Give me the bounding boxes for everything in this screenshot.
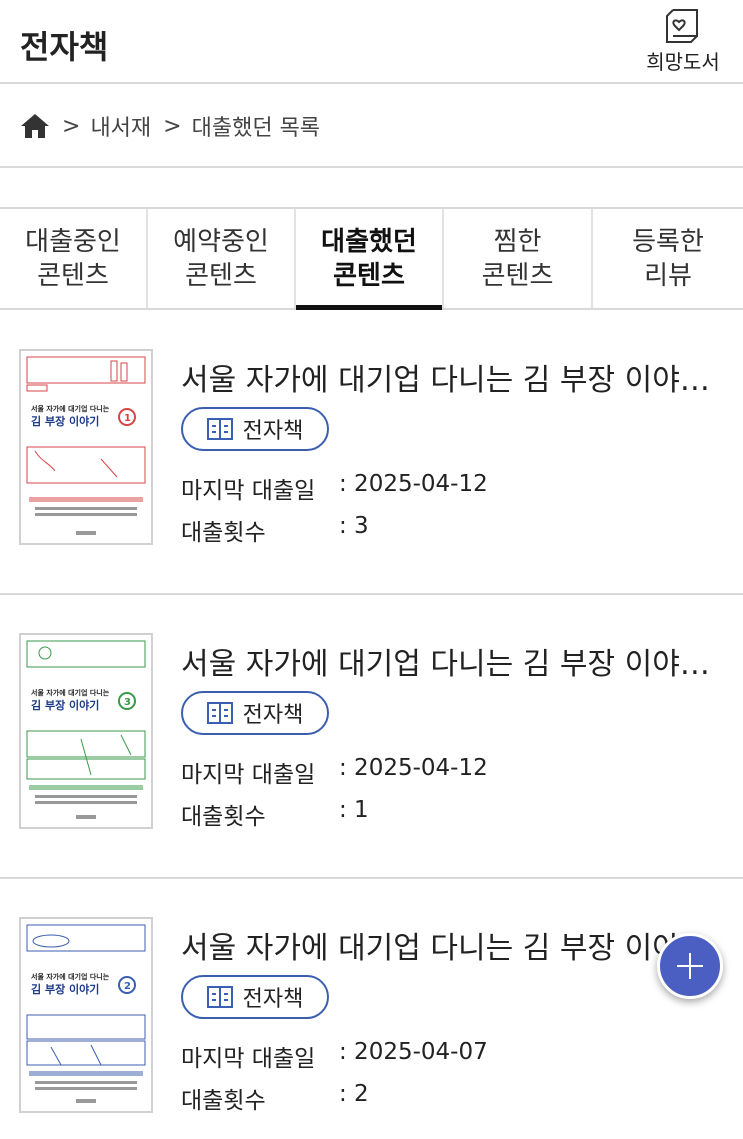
last-loan-label: 마지막 대출일 bbox=[181, 762, 316, 788]
svg-text:김 부장 이야기: 김 부장 이야기 bbox=[31, 982, 99, 996]
tab-label: 찜한 콘텐츠 bbox=[481, 226, 554, 291]
tab-label: 대출했던 콘텐츠 bbox=[321, 226, 417, 291]
breadcrumb-item-library[interactable]: 내서재 bbox=[90, 110, 151, 142]
loan-count-value: : 3 bbox=[339, 513, 369, 539]
tab-wishlist[interactable]: 찜한 콘텐츠 bbox=[444, 209, 593, 308]
loan-count-label: 대출횟수 bbox=[181, 804, 266, 830]
last-loan-value: : 2025-04-12 bbox=[339, 755, 488, 781]
book-cover[interactable]: 서울 자가에 대기업 다니는 김 부장 이야기 1 bbox=[19, 349, 153, 545]
book-open-icon bbox=[206, 986, 233, 1008]
wish-book-label: 희망도서 bbox=[646, 50, 720, 74]
loan-count-value: : 1 bbox=[339, 797, 369, 823]
svg-text:1: 1 bbox=[124, 413, 131, 424]
ebook-badge: 전자책 bbox=[181, 407, 329, 451]
tab-label: 등록한 리뷰 bbox=[632, 226, 704, 291]
book-title[interactable]: 서울 자가에 대기업 다니는 김 부장 이야기 1 bbox=[181, 355, 726, 399]
breadcrumb-item-current: 대출했던 목록 bbox=[191, 116, 321, 141]
list-item[interactable]: 서울 자가에 대기업 다니는 김 부장 이야기 3 서울 자가에 대기업 다니는… bbox=[0, 595, 743, 879]
book-cover-image: 서울 자가에 대기업 다니는 김 부장 이야기 1 bbox=[26, 356, 146, 535]
tab-borrowed-history[interactable]: 대출했던 콘텐츠 bbox=[296, 209, 444, 310]
svg-text:2: 2 bbox=[124, 981, 131, 992]
last-loan-value: : 2025-04-07 bbox=[339, 1039, 488, 1065]
content-tabs: 대출중인 콘텐츠 예약중인 콘텐츠 대출했던 콘텐츠 찜한 콘텐츠 등록한 리뷰 bbox=[0, 207, 743, 310]
last-loan-row: 마지막 대출일 : 2025-04-12 bbox=[181, 471, 488, 505]
ebook-badge-label: 전자책 bbox=[242, 987, 304, 1012]
floating-add-button[interactable] bbox=[657, 933, 723, 999]
book-cover-image: 서울 자가에 대기업 다니는 김 부장 이야기 3 bbox=[26, 640, 146, 819]
list-item[interactable]: 서울 자가에 대기업 다니는 김 부장 이야기 1 서울 자가에 대기업 다니는… bbox=[0, 311, 743, 595]
home-icon[interactable] bbox=[20, 112, 50, 140]
loan-count-row: 대출횟수 : 3 bbox=[181, 513, 369, 547]
list-item[interactable]: 서울 자가에 대기업 다니는 김 부장 이야기 2 서울 자가에 대기업 다니는… bbox=[0, 879, 743, 1139]
last-loan-row: 마지막 대출일 : 2025-04-07 bbox=[181, 1039, 488, 1073]
book-open-icon bbox=[206, 702, 233, 724]
book-cover[interactable]: 서울 자가에 대기업 다니는 김 부장 이야기 2 bbox=[19, 917, 153, 1113]
tab-reserved[interactable]: 예약중인 콘텐츠 bbox=[148, 209, 296, 308]
last-loan-value: : 2025-04-12 bbox=[339, 471, 488, 497]
book-title[interactable]: 서울 자가에 대기업 다니는 김 부장 이야기 3 bbox=[181, 639, 726, 683]
breadcrumb-separator: > bbox=[62, 113, 81, 139]
ebook-badge-label: 전자책 bbox=[242, 419, 304, 444]
breadcrumb: > 내서재 > 대출했던 목록 bbox=[0, 86, 743, 168]
tab-reviews[interactable]: 등록한 리뷰 bbox=[593, 209, 743, 308]
plus-icon bbox=[677, 953, 703, 979]
loan-count-label: 대출횟수 bbox=[181, 520, 266, 546]
ebook-badge-label: 전자책 bbox=[242, 703, 304, 728]
svg-text:서울 자가에 대기업 다니는: 서울 자가에 대기업 다니는 bbox=[31, 972, 110, 981]
app-header: 전자책 희망도서 bbox=[0, 0, 743, 84]
svg-text:김 부장 이야기: 김 부장 이야기 bbox=[31, 414, 99, 428]
breadcrumb-separator: > bbox=[163, 113, 182, 139]
tab-label: 예약중인 콘텐츠 bbox=[173, 226, 269, 291]
tab-borrowing[interactable]: 대출중인 콘텐츠 bbox=[0, 209, 148, 308]
last-loan-row: 마지막 대출일 : 2025-04-12 bbox=[181, 755, 488, 789]
svg-text:서울 자가에 대기업 다니는: 서울 자가에 대기업 다니는 bbox=[31, 688, 110, 697]
tab-label: 대출중인 콘텐츠 bbox=[25, 226, 121, 291]
svg-text:3: 3 bbox=[124, 697, 131, 708]
wish-book-button[interactable]: 희망도서 bbox=[635, 4, 731, 80]
book-cover-image: 서울 자가에 대기업 다니는 김 부장 이야기 2 bbox=[26, 924, 146, 1103]
book-title[interactable]: 서울 자가에 대기업 다니는 김 부장 이야기 2 bbox=[181, 923, 726, 967]
book-open-icon bbox=[206, 418, 233, 440]
last-loan-label: 마지막 대출일 bbox=[181, 1046, 316, 1072]
book-cover[interactable]: 서울 자가에 대기업 다니는 김 부장 이야기 3 bbox=[19, 633, 153, 829]
svg-text:김 부장 이야기: 김 부장 이야기 bbox=[31, 698, 99, 712]
ebook-badge: 전자책 bbox=[181, 975, 329, 1019]
last-loan-label: 마지막 대출일 bbox=[181, 478, 316, 504]
ebook-badge: 전자책 bbox=[181, 691, 329, 735]
loan-count-row: 대출횟수 : 2 bbox=[181, 1081, 369, 1115]
svg-text:서울 자가에 대기업 다니는: 서울 자가에 대기업 다니는 bbox=[31, 404, 110, 413]
page-title: 전자책 bbox=[20, 28, 109, 66]
heart-book-icon bbox=[666, 9, 698, 43]
loan-count-label: 대출횟수 bbox=[181, 1088, 266, 1114]
loan-count-value: : 2 bbox=[339, 1081, 369, 1107]
loan-count-row: 대출횟수 : 1 bbox=[181, 797, 369, 831]
